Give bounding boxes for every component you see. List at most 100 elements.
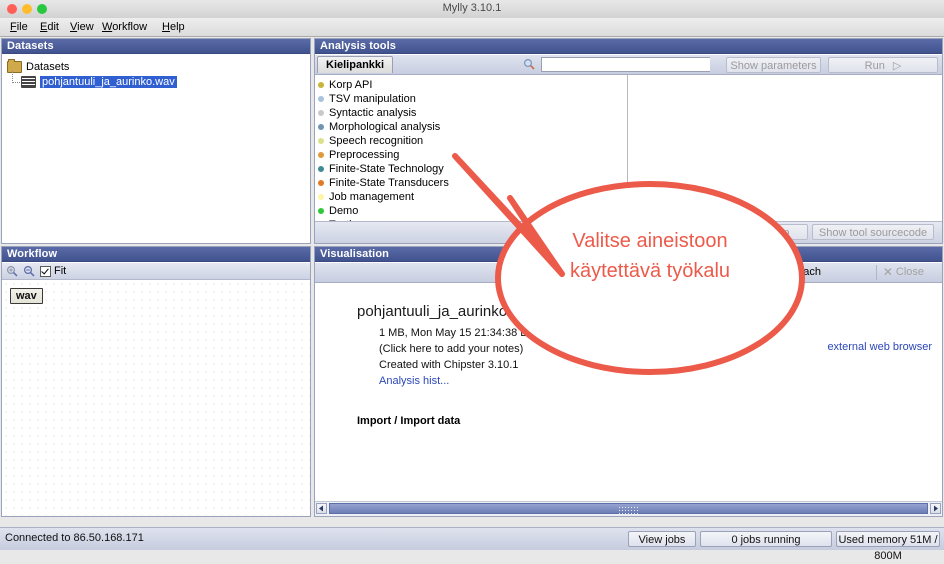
menu-file-label: ile (16, 21, 28, 33)
tree-item-label: pohjantuuli_ja_aurinko.wav (40, 76, 177, 88)
tree-root-label: Datasets (26, 61, 70, 73)
tool-category-row[interactable]: Syntactic analysis (318, 106, 514, 120)
tool-category-label: Syntactic analysis (329, 107, 417, 119)
hscrollbar-thumb[interactable] (329, 503, 928, 514)
window-titlebar: Mylly 3.10.1 (0, 0, 944, 19)
jobs-running-status: 0 jobs running (700, 531, 832, 547)
menu-view-label: iew (77, 21, 94, 33)
analysis-panel-title: Analysis tools (315, 39, 942, 54)
close-visualisation-button[interactable]: ✕ Close (875, 265, 930, 280)
tool-category-row[interactable]: Korp API (318, 78, 514, 92)
visualisation-body: pohjantuuli_ja_aurinko.wav 1 MB, Mon May… (315, 283, 942, 502)
analysis-tools-panel: Analysis tools Kielipankki Show paramete… (314, 38, 943, 244)
close-icon: ✕ (882, 265, 893, 279)
tool-category-row[interactable]: TSV manipulation (318, 92, 514, 106)
tool-category-bullet-icon (318, 138, 324, 144)
tool-category-bullet-icon (318, 208, 324, 214)
datasets-panel-title: Datasets (2, 39, 310, 54)
tree-item-dataset[interactable]: pohjantuuli_ja_aurinko.wav (7, 71, 310, 89)
dataset-notes-hint[interactable]: (Click here to add your notes) (379, 341, 576, 357)
tree-root-row[interactable]: Datasets (7, 59, 310, 74)
tab-kielipankki[interactable]: Kielipankki (317, 56, 394, 73)
tool-category-bullet-icon (318, 110, 324, 116)
tool-category-bullet-icon (318, 180, 324, 186)
workflow-panel: Workflow Fit wav (1, 246, 311, 517)
tool-category-label: Finite-State Transducers (329, 177, 449, 189)
import-line: Import / Import data (357, 415, 461, 427)
dataset-size-date: 1 MB, Mon May 15 21:34:38 EEST 2017 (379, 327, 577, 339)
analysis-history-link[interactable]: Analysis hist... (379, 373, 576, 389)
tool-category-row[interactable]: Job management (318, 190, 514, 204)
workflow-toolbar: Fit (2, 263, 310, 280)
dataset-created-with: Created with Chipster 3.10.1 (379, 359, 519, 371)
menu-help[interactable]: Help (158, 20, 189, 34)
visualisation-panel: Visualisation Detach ✕ Close pohjantuuli… (314, 246, 943, 517)
menu-view[interactable]: View (66, 20, 98, 34)
analysis-run-bar: Show parameters Run ▷ (710, 55, 942, 74)
detach-label: Detach (786, 266, 821, 278)
menubar: File Edit View Workflow Help (0, 18, 944, 37)
run-button-label: Run (864, 60, 885, 72)
datasets-tree: Datasets pohjantuuli_ja_aurinko.wav (2, 55, 310, 89)
tool-category-label: Finite-State Technology (329, 163, 444, 175)
tool-category-row[interactable]: Finite-State Technology (318, 162, 514, 176)
scroll-right-arrow-icon[interactable] (930, 503, 941, 514)
tool-category-bullet-icon (318, 194, 324, 200)
menu-edit-label: dit (47, 21, 59, 33)
tool-category-row[interactable]: Demo (318, 204, 514, 218)
tool-category-bullet-icon (318, 96, 324, 102)
tool-category-row[interactable]: Morphological analysis (318, 120, 514, 134)
menu-help-label: elp (169, 21, 185, 33)
visualisation-hscrollbar[interactable] (315, 501, 942, 516)
tool-category-row[interactable]: Speech recognition (318, 134, 514, 148)
tool-category-label: Speech recognition (329, 135, 424, 147)
dataset-title: pohjantuuli_ja_aurinko.wav (357, 303, 538, 320)
dataset-meta: 1 MB, Mon May 15 21:34:38 EEST 2017 (Cli… (379, 325, 576, 389)
tool-category-label: Preprocessing (329, 149, 400, 161)
zoom-in-icon[interactable] (6, 265, 18, 277)
tool-detail-column[interactable] (628, 75, 942, 221)
tool-category-label: TSV manipulation (329, 93, 416, 105)
help-button[interactable]: Help (748, 224, 808, 240)
tool-category-bullet-icon (318, 124, 324, 130)
datasets-panel-body: Datasets pohjantuuli_ja_aurinko.wav (2, 55, 310, 243)
view-jobs-button[interactable]: View jobs (628, 531, 696, 547)
tool-category-row[interactable]: Finite-State Transducers (318, 176, 514, 190)
show-parameters-button[interactable]: Show parameters (726, 57, 821, 73)
tool-category-label: Job management (329, 191, 414, 203)
scroll-left-arrow-icon[interactable] (316, 503, 327, 514)
tool-category-row[interactable]: Preprocessing (318, 148, 514, 162)
memory-status: Used memory 51M / 800M (836, 531, 940, 562)
tool-category-label: Morphological analysis (329, 121, 441, 133)
menu-edit[interactable]: Edit (36, 20, 63, 34)
fit-checkbox-box (40, 265, 51, 277)
workflow-node-wav[interactable]: wav (10, 288, 43, 304)
fit-checkbox[interactable]: Fit (40, 265, 66, 277)
detach-icon (773, 265, 784, 280)
detach-button[interactable]: Detach (766, 265, 827, 280)
analysis-bottom-bar: Help Show tool sourcecode (315, 221, 942, 243)
visualisation-toolbar: Detach ✕ Close (315, 263, 942, 283)
connection-status: Connected to 86.50.168.171 (5, 532, 144, 544)
menu-workflow[interactable]: Workflow (98, 20, 151, 34)
tool-category-bullet-icon (318, 152, 324, 158)
tool-category-label: Demo (329, 205, 359, 217)
tool-category-bullet-icon (318, 166, 324, 172)
hscrollbar-grip (617, 506, 640, 514)
menu-workflow-label: orkflow (112, 21, 148, 33)
tool-category-list[interactable]: Korp API TSV manipulation Syntactic analys… (315, 75, 515, 221)
show-tool-sourcecode-button[interactable]: Show tool sourcecode (812, 224, 934, 240)
workflow-panel-title: Workflow (2, 247, 310, 262)
window-title: Mylly 3.10.1 (442, 2, 502, 14)
run-play-icon: ▷ (892, 60, 902, 72)
workflow-canvas[interactable]: wav (2, 280, 310, 516)
tool-sublist-column[interactable] (512, 75, 628, 221)
menu-file[interactable]: File (6, 20, 32, 34)
application-window: Mylly 3.10.1 File Edit View Workflow Hel… (0, 0, 944, 562)
run-button[interactable]: Run ▷ (828, 57, 938, 73)
wav-file-icon (21, 76, 36, 88)
search-icon (523, 58, 535, 70)
zoom-out-icon[interactable] (23, 265, 35, 277)
fit-label: Fit (54, 265, 67, 277)
external-web-browser-link[interactable]: external web browser (827, 341, 932, 353)
